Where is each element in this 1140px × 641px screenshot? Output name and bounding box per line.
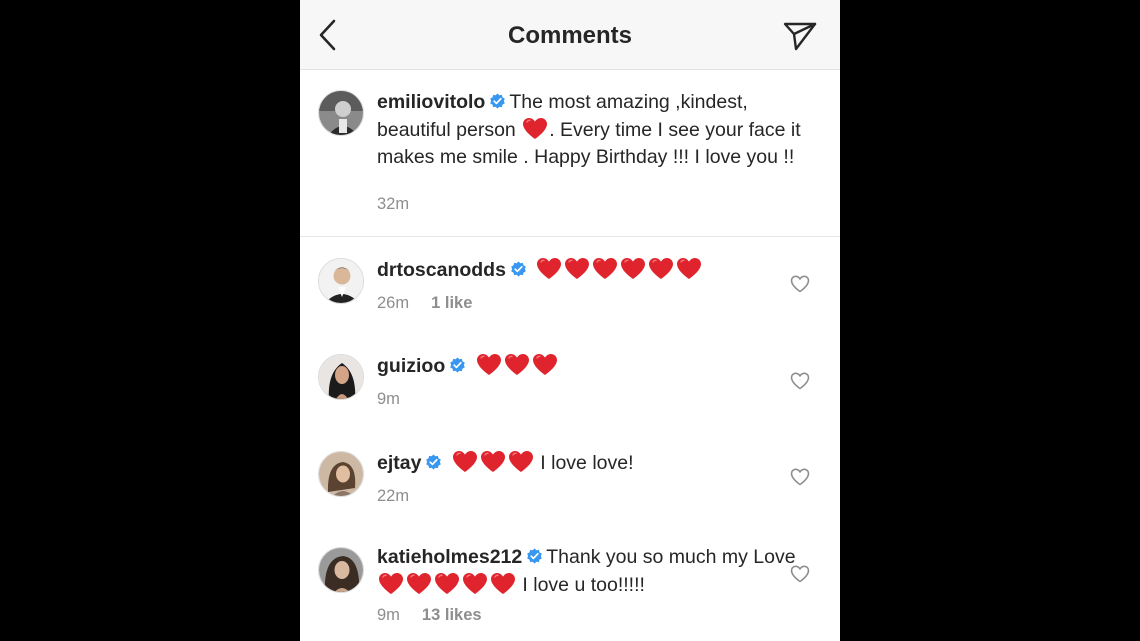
red-heart-emoji-icon xyxy=(532,353,558,383)
verified-badge-icon xyxy=(425,454,442,478)
caption-meta: 32m xyxy=(377,195,409,214)
red-heart-emoji-icon xyxy=(648,257,674,287)
comment-username[interactable]: katieholmes212 xyxy=(377,546,522,568)
comment-username[interactable]: ejtay xyxy=(377,452,421,474)
red-heart-emoji-icon xyxy=(522,117,548,147)
avatar[interactable] xyxy=(318,451,364,497)
timestamp: 9m xyxy=(377,606,400,624)
verified-badge-icon xyxy=(449,357,466,381)
heart-emoji-row xyxy=(377,572,517,596)
paper-plane-icon xyxy=(783,22,817,51)
verified-badge-icon xyxy=(489,93,506,117)
caption-block: emiliovitolo The most amazing ,kindest, b… xyxy=(300,70,840,237)
red-heart-emoji-icon xyxy=(676,257,702,287)
comment-body: I love love! xyxy=(540,452,634,474)
comment-text: guizioo xyxy=(377,353,822,383)
timestamp: 22m xyxy=(377,487,410,505)
comment-text: katieholmes212 Thank you so much my Love … xyxy=(377,546,822,601)
heart-emoji-row xyxy=(475,354,559,377)
timestamp: 26m xyxy=(377,294,410,312)
nav-header: Comments xyxy=(300,0,840,70)
heart-emoji-row xyxy=(535,258,703,281)
red-heart-emoji-icon xyxy=(504,353,530,383)
avatar[interactable] xyxy=(318,90,364,136)
like-count[interactable]: 1 like xyxy=(431,294,472,312)
instagram-comments-screen: Comments emiliovitolo The most amazing ,k… xyxy=(300,0,840,641)
comment-body-before: Thank you so much my Love xyxy=(546,546,796,568)
comment-meta: 22m xyxy=(377,487,409,506)
red-heart-emoji-icon xyxy=(378,572,404,602)
like-count[interactable]: 13 likes xyxy=(422,606,482,624)
like-button[interactable] xyxy=(790,565,810,583)
caption-text: emiliovitolo The most amazing ,kindest, b… xyxy=(377,91,822,170)
avatar[interactable] xyxy=(318,354,364,400)
heart-outline-icon xyxy=(790,468,810,486)
red-heart-emoji-icon xyxy=(452,450,478,480)
timestamp: 9m xyxy=(377,390,400,408)
comment-meta: 9m 13 likes xyxy=(377,606,482,625)
red-heart-emoji-icon xyxy=(536,257,562,287)
red-heart-emoji-icon xyxy=(592,257,618,287)
comment-body: I love u too!!!!! xyxy=(522,573,645,596)
comment-meta: 26m 1 like xyxy=(377,294,472,313)
like-button[interactable] xyxy=(790,372,810,390)
red-heart-emoji-icon xyxy=(480,450,506,480)
comment-meta: 9m xyxy=(377,390,400,409)
caption-username[interactable]: emiliovitolo xyxy=(377,91,485,113)
heart-outline-icon xyxy=(790,275,810,293)
verified-badge-icon xyxy=(510,261,527,285)
share-button[interactable] xyxy=(782,20,818,52)
heart-outline-icon xyxy=(790,372,810,390)
red-heart-emoji-icon xyxy=(406,572,432,602)
red-heart-emoji-icon xyxy=(476,353,502,383)
avatar[interactable] xyxy=(318,547,364,593)
red-heart-emoji-icon xyxy=(462,572,488,602)
heart-emoji-row xyxy=(451,451,535,474)
comment-text: ejtay I love love! xyxy=(377,450,822,480)
heart-outline-icon xyxy=(790,565,810,583)
red-heart-emoji-icon xyxy=(508,450,534,480)
like-button[interactable] xyxy=(790,275,810,293)
verified-badge-icon xyxy=(526,548,543,572)
comment-text: drtoscanodds xyxy=(377,257,822,287)
red-heart-emoji-icon xyxy=(434,572,460,602)
like-button[interactable] xyxy=(790,468,810,486)
comment-username[interactable]: drtoscanodds xyxy=(377,259,506,281)
comment-username[interactable]: guizioo xyxy=(377,355,445,377)
red-heart-emoji-icon xyxy=(564,257,590,287)
red-heart-emoji-icon xyxy=(620,257,646,287)
timestamp: 32m xyxy=(377,195,410,213)
avatar[interactable] xyxy=(318,258,364,304)
page-title: Comments xyxy=(507,22,633,49)
red-heart-emoji-icon xyxy=(490,572,516,602)
